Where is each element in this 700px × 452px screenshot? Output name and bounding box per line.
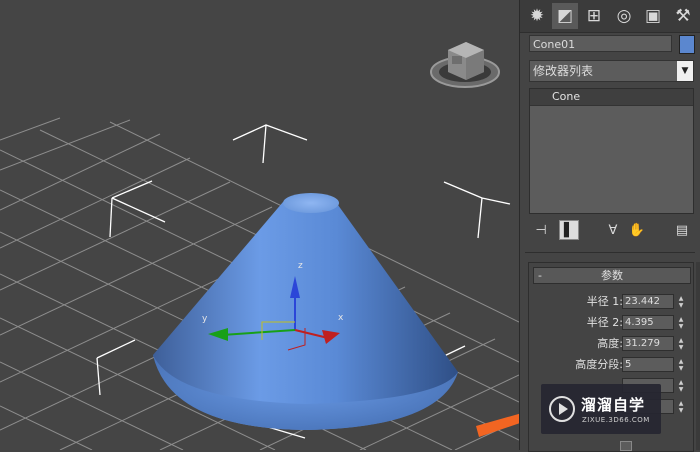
stack-toolbar: ⊣ ▌ ∀ ✋ ▤ — [529, 218, 694, 242]
radius1-input[interactable]: 23.442 — [622, 294, 674, 309]
modifier-list-label: 修改器列表 — [533, 64, 594, 78]
watermark-subtitle: ZIXUE.3D66.COM — [582, 416, 650, 424]
gizmo-y-label: y — [202, 314, 208, 324]
create-tab-glyph: ✹ — [529, 6, 545, 26]
cone-object — [153, 193, 458, 430]
command-panel-tabs: ✹ ◩ ⊞ ◎ ▣ ⚒ — [520, 0, 700, 33]
show-end-result-icon[interactable]: ▌ — [559, 220, 579, 240]
motion-tab-glyph: ◎ — [616, 6, 632, 26]
display-tab-glyph: ▣ — [644, 6, 662, 26]
panel-scrollbar[interactable] — [696, 262, 700, 450]
hierarchy-tab-glyph: ⊞ — [586, 6, 602, 26]
viewcube-icon[interactable] — [430, 42, 500, 88]
height-input[interactable]: 31.279 — [622, 336, 674, 351]
spinner-icon[interactable]: ▲ ▼ — [677, 295, 685, 309]
modify-tab-glyph: ◩ — [556, 6, 574, 26]
watermark-title: 溜溜自学 — [581, 396, 646, 414]
spinner-icon[interactable]: ▲ ▼ — [677, 379, 685, 393]
perspective-viewport[interactable]: z y x — [0, 0, 520, 450]
spinner-icon[interactable]: ▲ ▼ — [677, 337, 685, 351]
parameters-rollout-header[interactable]: - 参数 — [533, 267, 691, 284]
utilities-tab-glyph: ⚒ — [675, 6, 691, 26]
param-row-radius1: 半径 1: 23.442 ▲ ▼ — [529, 294, 695, 310]
param-row-height: 高度: 31.279 ▲ ▼ — [529, 336, 695, 352]
height-segments-input[interactable]: 5 — [622, 357, 674, 372]
param-label: 高度: — [597, 337, 623, 350]
modifier-list-dropdown[interactable]: 修改器列表 ▼ — [529, 60, 694, 82]
panel-divider — [525, 252, 695, 253]
chevron-down-icon[interactable]: ▼ — [677, 61, 693, 81]
param-row-radius2: 半径 2: 4.395 ▲ ▼ — [529, 315, 695, 331]
motion-icon[interactable]: ◎ — [611, 3, 637, 29]
make-unique-icon[interactable]: ∀ — [603, 220, 623, 240]
hammer-icon[interactable]: ⚒ — [670, 3, 696, 29]
spinner-icon[interactable]: ▲ ▼ — [677, 316, 685, 330]
spinner-icon[interactable]: ▲ ▼ — [677, 358, 685, 372]
spinner-icon[interactable]: ▲ ▼ — [677, 400, 685, 414]
modify-icon[interactable]: ◩ — [552, 3, 578, 29]
object-color-swatch[interactable] — [679, 35, 695, 54]
param-label: 半径 1: — [586, 295, 623, 308]
hierarchy-icon[interactable]: ⊞ — [581, 3, 607, 29]
pin-stack-icon[interactable]: ⊣ — [531, 220, 551, 240]
command-panel: ✹ ◩ ⊞ ◎ ▣ ⚒ Cone01 修改器列表 ▼ Cone ⊣ ▌ ∀ ✋ … — [520, 0, 700, 452]
modifier-stack-item-cone[interactable]: Cone — [530, 89, 693, 106]
configure-modifier-sets-icon[interactable]: ▤ — [672, 220, 692, 240]
display-icon[interactable]: ▣ — [640, 3, 666, 29]
remove-modifier-icon[interactable]: ✋ — [627, 220, 647, 240]
watermark-badge: 溜溜自学 ZIXUE.3D66.COM — [541, 384, 661, 434]
param-row-height-segments: 高度分段: 5 ▲ ▼ — [529, 357, 695, 373]
object-name-field[interactable]: Cone01 — [529, 35, 672, 52]
modifier-stack[interactable]: Cone — [529, 88, 694, 214]
annotation-arrow-icon — [476, 413, 519, 437]
radius2-input[interactable]: 4.395 — [622, 315, 674, 330]
param-label: 半径 2: — [586, 316, 623, 329]
viewport-scene[interactable]: z y x — [0, 0, 519, 450]
sun-icon[interactable]: ✹ — [524, 3, 550, 29]
param-label: 高度分段: — [575, 358, 623, 371]
parameters-title: 参数 — [601, 269, 623, 282]
gizmo-x-label: x — [338, 313, 344, 323]
gizmo-z-label: z — [298, 261, 303, 271]
play-logo-icon — [549, 396, 575, 422]
